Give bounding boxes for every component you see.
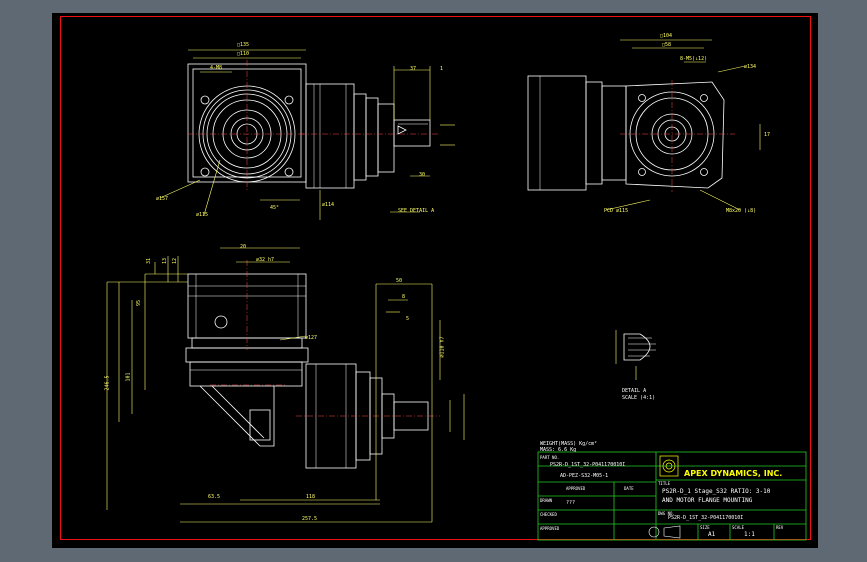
- dim-label: 8-M5(↓12): [680, 56, 708, 62]
- text-layer: □135 □110 4-M8 ⌀157 ⌀115 ⌀114 45° SEE DE…: [0, 0, 867, 562]
- dim-label: M8x20 (↓8): [726, 208, 757, 214]
- dim-label: SEE DETAIL A: [398, 208, 435, 214]
- scale-label: SCALE: [732, 525, 745, 530]
- dim-label: 30: [419, 172, 426, 178]
- drawn-value: ???: [566, 500, 576, 506]
- dim-label: 4-M8: [210, 65, 223, 71]
- dim-label: 45°: [270, 205, 280, 211]
- drawn-label: DRAWN: [540, 498, 553, 503]
- dim-label: 101: [125, 372, 132, 382]
- dim-label: 5: [406, 316, 410, 322]
- title-label: TITLE: [658, 481, 671, 486]
- dim-label: 12: [172, 257, 179, 265]
- part-no-label: PART NO.: [540, 455, 560, 460]
- dim-label: 8: [402, 294, 406, 300]
- dim-label: ⌀157: [156, 196, 169, 202]
- dim-label: 95: [136, 299, 143, 307]
- dim-label: 31: [146, 257, 153, 265]
- dwg-no: PS2R-D_1ST_32-P041170010I: [668, 515, 744, 521]
- dim-label: 50: [396, 278, 403, 284]
- company-name: APEX DYNAMICS, INC.: [684, 469, 783, 478]
- dim-label: ⌀134: [744, 64, 757, 70]
- dim-label: 17: [764, 132, 771, 138]
- dim-label: 63.5: [208, 494, 221, 500]
- dim-label: ⌀127: [305, 335, 318, 341]
- mass-note: MASS: 6.6 Kg: [540, 447, 577, 453]
- detail-scale: SCALE (4:1): [622, 395, 656, 401]
- approved2-label: APPROVED: [540, 526, 560, 531]
- dim-label: ⌀110 h7: [439, 336, 446, 358]
- checked-label: CHECKED: [540, 512, 557, 517]
- part-no-2: AD-PEZ-S32-M05-1: [560, 473, 609, 479]
- dim-label: PCD ⌀115: [604, 208, 629, 214]
- part-no-1: PS2R-D_1ST_32-P041170010I: [550, 462, 626, 468]
- dim-label: 37: [410, 66, 417, 72]
- size-label: SIZE: [700, 525, 710, 530]
- dim-label: ⌀115: [196, 212, 209, 218]
- scale-value: 1:1: [744, 531, 755, 538]
- size-value: A1: [708, 531, 716, 538]
- dim-label: □104: [660, 33, 673, 39]
- approved-label: APPROVED: [566, 486, 586, 491]
- date-label: DATE: [624, 486, 634, 491]
- detail-label: DETAIL A: [622, 388, 647, 394]
- dim-label: □58: [662, 42, 672, 48]
- title-line-1: PS2R-D_1 Stage_S32 RATIO: 3-10: [662, 488, 771, 495]
- dim-label: 246.5: [104, 375, 111, 391]
- dim-label: 13: [162, 257, 169, 265]
- dim-label: 1: [440, 66, 444, 72]
- dim-label: 257.5: [302, 516, 318, 522]
- dim-label: ⌀32 h7: [256, 257, 275, 263]
- dim-label: 20: [240, 244, 247, 250]
- rev-label: REV: [776, 525, 784, 530]
- dim-label: □135: [237, 42, 250, 48]
- title-line-2: AND MOTOR FLANGE MOUNTING: [662, 497, 753, 504]
- dim-label: ⌀114: [322, 202, 335, 208]
- dim-label: □110: [237, 51, 250, 57]
- dim-label: 118: [306, 494, 316, 500]
